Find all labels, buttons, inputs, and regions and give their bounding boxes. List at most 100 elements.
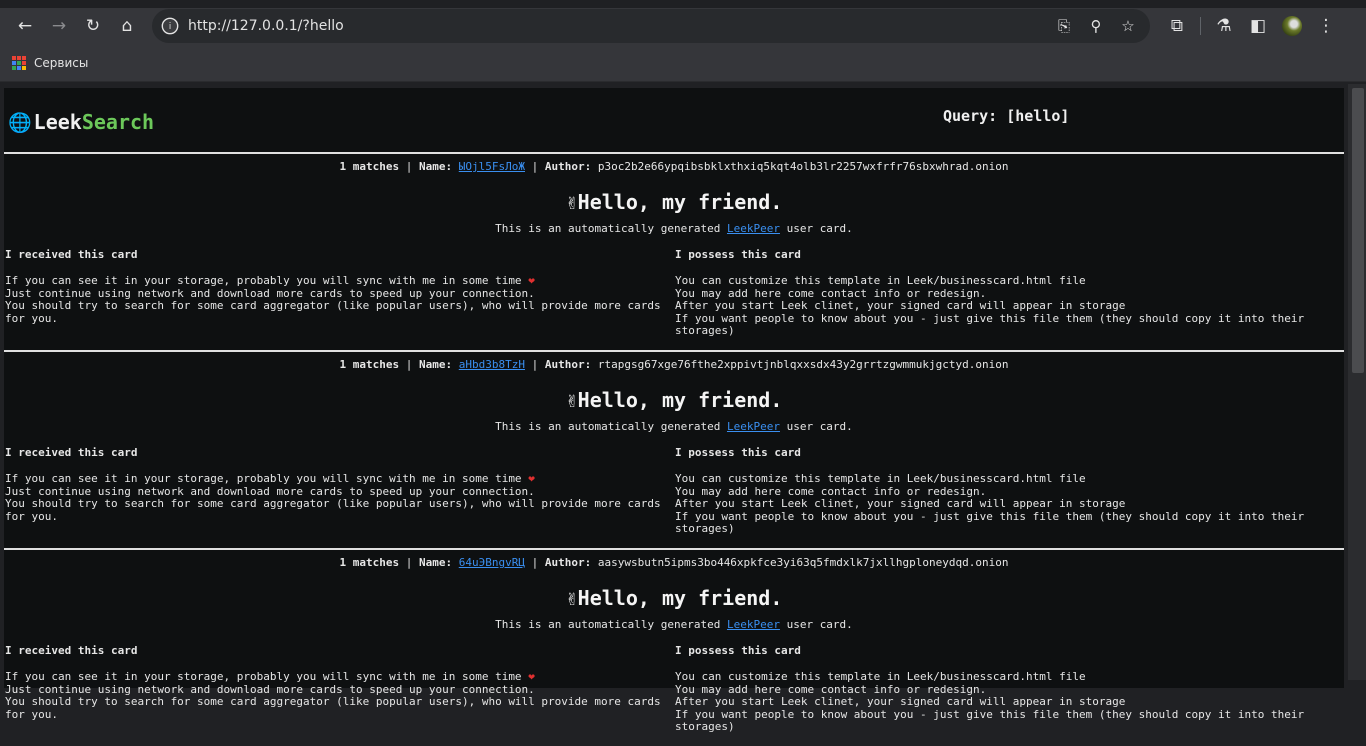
page-content: 🌐 Leek Search Query: [hello] 1 matches | …	[4, 88, 1344, 733]
text-line: After you start Leek clinet, your signed…	[675, 497, 1126, 511]
author-address: aasywsbutn5ipms3bo446xpkfce3yi63q5fmdxlk…	[597, 556, 1009, 569]
heart-icon: ❤	[528, 670, 535, 683]
text-line: You should try to search for some card a…	[5, 299, 668, 325]
subtitle-text: This is an automatically generated	[495, 222, 727, 235]
result-meta: 1 matches | Name: 64uЭBngvRЦ | Author: a…	[339, 556, 1009, 569]
received-heading: I received this card	[5, 644, 138, 657]
logo[interactable]: 🌐 Leek Search	[8, 110, 154, 134]
result-meta: 1 matches | Name: aHbd3b8TzH | Author: r…	[339, 358, 1009, 371]
labs-flask-icon[interactable]: ⚗	[1207, 11, 1241, 41]
name-label: Name:	[419, 358, 453, 371]
text-line: Just continue using network and download…	[5, 682, 535, 696]
text-line: After you start Leek clinet, your signed…	[675, 695, 1126, 709]
card-name-link[interactable]: aHbd3b8TzH	[459, 358, 525, 371]
back-button[interactable]: ←	[8, 11, 42, 41]
received-section: I received this card If you can see it i…	[4, 644, 674, 734]
subtitle-text: This is an automatically generated	[495, 420, 727, 433]
page-viewport: 🌐 Leek Search Query: [hello] 1 matches | …	[0, 84, 1366, 733]
possess-heading: I possess this card	[675, 644, 801, 657]
text-line: You should try to search for some card a…	[5, 695, 668, 721]
author-address: rtapgsg67xge76fthe2xppivtjnblqxxsdx43y2g…	[597, 358, 1009, 371]
possess-text: You can customize this template in Leek/…	[675, 274, 1344, 338]
leekpeer-link[interactable]: LeekPeer	[727, 420, 780, 433]
card-name-link[interactable]: ЫOjl5FsЛoЖ	[459, 160, 525, 173]
possess-text: You can customize this template in Leek/…	[675, 472, 1344, 536]
received-heading: I received this card	[5, 446, 138, 459]
received-section: I received this card If you can see it i…	[4, 248, 674, 338]
possess-heading: I possess this card	[675, 248, 801, 261]
heart-icon: ❤	[528, 274, 535, 287]
possess-section: I possess this card You can customize th…	[674, 644, 1344, 734]
query-label: Query: [hello]	[943, 107, 1070, 125]
forward-button[interactable]: →	[42, 11, 76, 41]
text-line: If you can see it in your storage, proba…	[5, 670, 529, 683]
bookmarks-bar: Сервисы	[0, 44, 1366, 82]
apps-grid-icon[interactable]	[12, 55, 26, 70]
name-label: Name:	[419, 160, 453, 173]
card-title: ✌Hello, my friend.	[565, 190, 783, 214]
zoom-icon[interactable]: ⚲	[1080, 17, 1112, 35]
scrollbar[interactable]	[1348, 84, 1366, 680]
card-name-link[interactable]: 64uЭBngvRЦ	[459, 556, 525, 569]
subtitle-text: This is an automatically generated	[495, 618, 727, 631]
received-text: If you can see it in your storage, proba…	[5, 670, 674, 721]
text-line: You can customize this template in Leek/…	[675, 670, 1086, 683]
bookmark-services[interactable]: Сервисы	[34, 56, 88, 70]
received-section: I received this card If you can see it i…	[4, 446, 674, 536]
menu-kebab-icon[interactable]: ⋮	[1309, 11, 1343, 41]
leekpeer-link[interactable]: LeekPeer	[727, 222, 780, 235]
possess-heading: I possess this card	[675, 446, 801, 459]
text-line: If you can see it in your storage, proba…	[5, 472, 529, 485]
result-card: 1 matches | Name: ЫOjl5FsЛoЖ | Author: p…	[4, 152, 1344, 350]
author-label: Author:	[544, 556, 592, 569]
leekpeer-link[interactable]: LeekPeer	[727, 618, 780, 631]
globe-icon: 🌐	[8, 111, 32, 134]
text-line: You may add here come contact info or re…	[675, 484, 987, 498]
possess-section: I possess this card You can customize th…	[674, 248, 1344, 338]
author-label: Author:	[544, 358, 592, 371]
text-line: Just continue using network and download…	[5, 286, 535, 300]
match-count: 1 matches	[339, 358, 400, 371]
logo-leek: Leek	[33, 110, 82, 134]
site-info-icon[interactable]: i	[161, 17, 179, 35]
card-subtitle: This is an automatically generated LeekP…	[4, 222, 1344, 248]
card-title: ✌Hello, my friend.	[565, 388, 783, 412]
received-text: If you can see it in your storage, proba…	[5, 472, 674, 523]
text-line: If you want people to know about you - j…	[675, 509, 1311, 536]
text-line: Just continue using network and download…	[5, 484, 535, 498]
card-title: ✌Hello, my friend.	[565, 586, 783, 610]
logo-search: Search	[81, 110, 155, 134]
text-line: After you start Leek clinet, your signed…	[675, 299, 1126, 313]
extensions-icon[interactable]: ⧉	[1160, 11, 1194, 41]
text-line: If you can see it in your storage, proba…	[5, 274, 529, 287]
profile-avatar[interactable]	[1275, 11, 1309, 41]
author-address: p3oc2b2e66ypqibsbklxthxiq5kqt4olb3lr2257…	[597, 160, 1009, 173]
card-subtitle: This is an automatically generated LeekP…	[4, 618, 1344, 644]
text-line: You can customize this template in Leek/…	[675, 472, 1086, 485]
reload-button[interactable]: ↻	[76, 11, 110, 41]
text-line: You may add here come contact info or re…	[675, 682, 987, 696]
text-line: You can customize this template in Leek/…	[675, 274, 1086, 287]
name-label: Name:	[419, 556, 453, 569]
subtitle-text-end: user card.	[779, 420, 853, 433]
browser-toolbar: ← → ↻ ⌂ i http://127.0.0.1/?hello ⎘ ⚲ ☆ …	[0, 8, 1366, 44]
home-button[interactable]: ⌂	[110, 11, 144, 41]
card-subtitle: This is an automatically generated LeekP…	[4, 420, 1344, 446]
result-card: 1 matches | Name: aHbd3b8TzH | Author: r…	[4, 350, 1344, 548]
received-text: If you can see it in your storage, proba…	[5, 274, 674, 325]
toolbar-divider	[1200, 17, 1201, 35]
possess-text: You can customize this template in Leek/…	[675, 670, 1344, 734]
side-panel-icon[interactable]: ◧	[1241, 11, 1275, 41]
text-line: If you want people to know about you - j…	[675, 707, 1311, 734]
result-meta: 1 matches | Name: ЫOjl5FsЛoЖ | Author: p…	[339, 160, 1009, 173]
tab-strip	[0, 0, 1366, 8]
heart-icon: ❤	[528, 472, 535, 485]
url-text[interactable]: http://127.0.0.1/?hello	[188, 18, 1048, 34]
address-bar[interactable]: i http://127.0.0.1/?hello ⎘ ⚲ ☆	[152, 9, 1150, 43]
possess-section: I possess this card You can customize th…	[674, 446, 1344, 536]
scrollbar-thumb[interactable]	[1352, 88, 1364, 373]
bookmark-star-icon[interactable]: ☆	[1112, 17, 1144, 35]
subtitle-text-end: user card.	[779, 222, 853, 235]
translate-icon[interactable]: ⎘	[1048, 17, 1080, 35]
received-heading: I received this card	[5, 248, 138, 261]
